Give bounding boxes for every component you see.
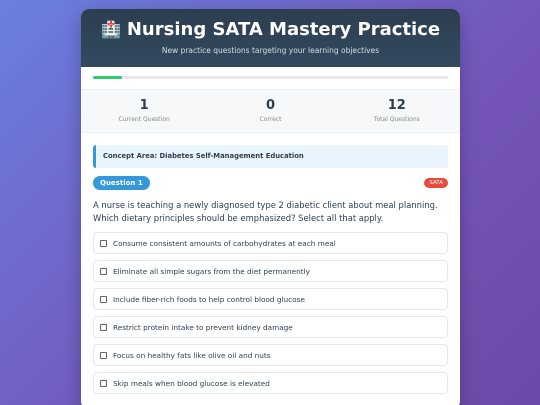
quiz-header: 🏥 Nursing SATA Mastery Practice New prac… — [81, 9, 460, 67]
page-title: 🏥 Nursing SATA Mastery Practice — [81, 19, 460, 40]
checkbox[interactable] — [100, 323, 107, 331]
stat-label: Total Questions — [373, 116, 420, 123]
option-label: Include fiber-rich foods to help control… — [113, 294, 305, 304]
stat-total-questions: 12 Total Questions — [342, 98, 452, 124]
question-number-badge: Question 1 — [93, 176, 150, 190]
option-label: Eliminate all simple sugars from the die… — [113, 266, 310, 276]
answer-option[interactable]: Eliminate all simple sugars from the die… — [93, 260, 448, 282]
question-header: Question 1 SATA — [93, 176, 448, 190]
progress-area — [81, 67, 460, 89]
progress-bar — [93, 76, 448, 79]
page-subtitle: New practice questions targeting your le… — [161, 46, 380, 55]
checkbox[interactable] — [100, 267, 107, 275]
answer-option[interactable]: Focus on healthy fats like olive oil and… — [93, 344, 448, 366]
quiz-card: 🏥 Nursing SATA Mastery Practice New prac… — [81, 9, 460, 405]
concept-area-banner: Concept Area: Diabetes Self-Management E… — [93, 145, 448, 168]
stat-label: Correct — [259, 116, 282, 123]
option-label: Skip meals when blood glucose is elevate… — [113, 378, 270, 388]
answer-options: Consume consistent amounts of carbohydra… — [93, 232, 448, 394]
checkbox[interactable] — [100, 295, 107, 303]
option-label: Restrict protein intake to prevent kidne… — [113, 322, 293, 332]
stats-bar: 1 Current Question 0 Correct 12 Total Qu… — [81, 89, 460, 133]
answer-option[interactable]: Skip meals when blood glucose is elevate… — [93, 372, 448, 394]
question-text: A nurse is teaching a newly diagnosed ty… — [93, 200, 438, 223]
stat-value: 12 — [387, 98, 406, 113]
checkbox[interactable] — [100, 379, 107, 387]
stat-label: Current Question — [118, 116, 170, 123]
question-body: Concept Area: Diabetes Self-Management E… — [81, 133, 460, 394]
answer-option[interactable]: Restrict protein intake to prevent kidne… — [93, 316, 448, 338]
hospital-icon: 🏥 — [100, 20, 121, 39]
checkbox[interactable] — [100, 351, 107, 359]
stat-value: 1 — [139, 98, 149, 113]
progress-fill — [93, 76, 123, 79]
stat-correct: 0 Correct — [215, 98, 325, 124]
answer-option[interactable]: Consume consistent amounts of carbohydra… — [93, 232, 448, 254]
sata-badge: SATA — [424, 178, 448, 188]
checkbox[interactable] — [100, 239, 107, 247]
answer-option[interactable]: Include fiber-rich foods to help control… — [93, 288, 448, 310]
option-label: Focus on healthy fats like olive oil and… — [113, 350, 271, 360]
stat-value: 0 — [265, 98, 275, 113]
stat-current-question: 1 Current Question — [89, 98, 199, 124]
option-label: Consume consistent amounts of carbohydra… — [113, 238, 336, 248]
title-text: Nursing SATA Mastery Practice — [126, 19, 441, 40]
